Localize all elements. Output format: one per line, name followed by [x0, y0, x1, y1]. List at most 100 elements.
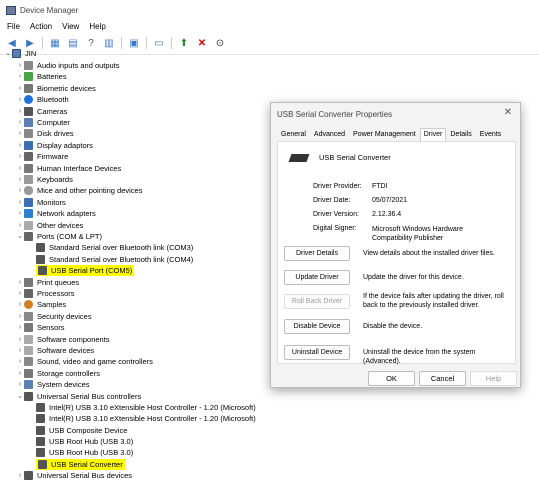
chevron-down-icon[interactable]: ⌄	[4, 48, 12, 59]
chevron-down-icon[interactable]: ⌄	[16, 391, 24, 402]
help-icon[interactable]: ?	[85, 37, 97, 49]
menu-action[interactable]: Action	[30, 22, 52, 31]
chevron-right-icon[interactable]: ›	[16, 117, 24, 128]
action-list-icon[interactable]: ▥	[103, 37, 115, 49]
tree-item[interactable]: › Network adapters	[16, 208, 96, 219]
tree-item[interactable]: › Batteries	[16, 71, 67, 82]
chevron-right-icon[interactable]: ›	[16, 345, 24, 356]
tree-item[interactable]: › Software components	[16, 334, 110, 345]
chevron-right-icon[interactable]: ›	[16, 311, 24, 322]
chevron-right-icon[interactable]: ›	[16, 322, 24, 333]
tree-item[interactable]: › Human Interface Devices	[16, 163, 121, 174]
tab-advanced[interactable]: Advanced	[310, 128, 349, 141]
tree-item[interactable]: › Sound, video and game controllers	[16, 356, 153, 367]
tree-item[interactable]: › Sensors	[16, 322, 65, 333]
tree-item[interactable]: › Disk drives	[16, 128, 74, 139]
chevron-right-icon[interactable]: ›	[16, 220, 24, 231]
tree-item[interactable]: › Keyboards	[16, 174, 73, 185]
tree-item[interactable]: › Security devices	[16, 311, 92, 322]
uninstall-icon[interactable]: ✕	[196, 37, 208, 49]
tree-item[interactable]: Intel(R) USB 3.10 eXtensible Host Contro…	[36, 402, 256, 413]
tree-item[interactable]: Standard Serial over Bluetooth link (COM…	[36, 254, 193, 265]
tree-item[interactable]: › Display adaptors	[16, 140, 93, 151]
tree-item[interactable]: › Samples	[16, 299, 66, 310]
uninstall-device-button[interactable]: Uninstall Device	[284, 345, 350, 360]
chevron-right-icon[interactable]: ›	[16, 128, 24, 139]
tab-driver[interactable]: Driver	[419, 128, 447, 141]
chevron-right-icon[interactable]: ›	[16, 334, 24, 345]
ok-button[interactable]: OK	[368, 371, 415, 386]
chevron-right-icon[interactable]: ›	[16, 197, 24, 208]
tree-item[interactable]: › Storage controllers	[16, 368, 100, 379]
tree-item[interactable]: › Biometric devices	[16, 83, 96, 94]
update-driver-desc: Update the driver for this device.	[363, 274, 464, 281]
driver-details-button[interactable]: Driver Details	[284, 246, 350, 261]
tree-root-label: JIN	[25, 49, 37, 58]
tree-item[interactable]: Intel(R) USB 3.10 eXtensible Host Contro…	[36, 413, 256, 424]
samples-icon	[24, 300, 33, 309]
tree-item[interactable]: › System devices	[16, 379, 90, 390]
cancel-button[interactable]: Cancel	[419, 371, 466, 386]
tree-item-usb-serial-converter[interactable]: USB Serial Converter	[36, 459, 125, 470]
tab-general[interactable]: General	[277, 128, 310, 141]
chevron-right-icon[interactable]: ›	[16, 277, 24, 288]
disable-device-button[interactable]: Disable Device	[284, 319, 350, 334]
tree-item[interactable]: USB Root Hub (USB 3.0)	[36, 436, 133, 447]
tab-events[interactable]: Events	[476, 128, 505, 141]
close-icon[interactable]: ✕	[504, 107, 512, 118]
chevron-down-icon[interactable]: ⌄	[16, 231, 24, 242]
menu-bar: File Action View Help	[0, 20, 539, 32]
tree-item[interactable]: › Mice and other pointing devices	[16, 185, 142, 196]
tree-item[interactable]: › Cameras	[16, 106, 67, 117]
chevron-right-icon[interactable]: ›	[16, 379, 24, 390]
tab-power-management[interactable]: Power Management	[349, 128, 420, 141]
tree-item[interactable]: ⌄ Universal Serial Bus controllers	[16, 391, 141, 402]
chevron-right-icon[interactable]: ›	[16, 356, 24, 367]
tab-details[interactable]: Details	[446, 128, 475, 141]
chevron-right-icon[interactable]: ›	[16, 60, 24, 71]
chevron-right-icon[interactable]: ›	[16, 174, 24, 185]
scan-hardware-icon[interactable]: ▣	[128, 37, 140, 49]
chevron-right-icon[interactable]: ›	[16, 106, 24, 117]
tree-item[interactable]: › Print queues	[16, 277, 79, 288]
menu-help[interactable]: Help	[89, 22, 105, 31]
chevron-right-icon[interactable]: ›	[16, 140, 24, 151]
tree-item[interactable]: › Computer	[16, 117, 70, 128]
menu-file[interactable]: File	[7, 22, 20, 31]
chevron-right-icon[interactable]: ›	[16, 83, 24, 94]
chevron-right-icon[interactable]: ›	[16, 185, 24, 196]
chevron-right-icon[interactable]: ›	[16, 288, 24, 299]
chevron-right-icon[interactable]: ›	[16, 163, 24, 174]
roll-back-driver-button[interactable]: Roll Back Driver	[284, 294, 350, 309]
tree-item[interactable]: Standard Serial over Bluetooth link (COM…	[36, 242, 193, 253]
update-driver-button[interactable]: Update Driver	[284, 270, 350, 285]
tree-item[interactable]: › Software devices	[16, 345, 94, 356]
chevron-right-icon[interactable]: ›	[16, 94, 24, 105]
tree-item[interactable]: › Bluetooth	[16, 94, 69, 105]
tree-item[interactable]: USB Root Hub (USB 3.0)	[36, 447, 133, 458]
tree-item[interactable]: › Audio inputs and outputs	[16, 60, 120, 71]
show-hidden-icon[interactable]: ▤	[67, 37, 79, 49]
tree-item[interactable]: › Other devices	[16, 220, 83, 231]
chevron-right-icon[interactable]: ›	[16, 71, 24, 82]
download-icon[interactable]: ⊙	[214, 37, 226, 49]
update-driver-icon[interactable]: ⬆	[178, 37, 190, 49]
tree-item[interactable]: › Universal Serial Bus devices	[16, 470, 132, 481]
tree-item[interactable]: ⌄ Ports (COM & LPT)	[16, 231, 102, 242]
chevron-right-icon[interactable]: ›	[16, 470, 24, 481]
chevron-right-icon[interactable]: ›	[16, 151, 24, 162]
menu-view[interactable]: View	[62, 22, 79, 31]
monitor-icon[interactable]: ▭	[153, 37, 165, 49]
chevron-right-icon[interactable]: ›	[16, 299, 24, 310]
help-button[interactable]: Help	[470, 371, 517, 386]
tree-item-label: Computer	[37, 118, 70, 127]
chevron-right-icon[interactable]: ›	[16, 368, 24, 379]
tree-item[interactable]: › Processors	[16, 288, 75, 299]
tree-root[interactable]: ⌄ JIN	[4, 48, 36, 59]
tree-item[interactable]: USB Composite Device	[36, 425, 127, 436]
tree-item[interactable]: › Monitors	[16, 197, 66, 208]
tree-item[interactable]: › Firmware	[16, 151, 68, 162]
tree-item-usb-serial-port[interactable]: USB Serial Port (COM5)	[36, 265, 135, 276]
properties-icon[interactable]: ▦	[49, 37, 61, 49]
chevron-right-icon[interactable]: ›	[16, 208, 24, 219]
